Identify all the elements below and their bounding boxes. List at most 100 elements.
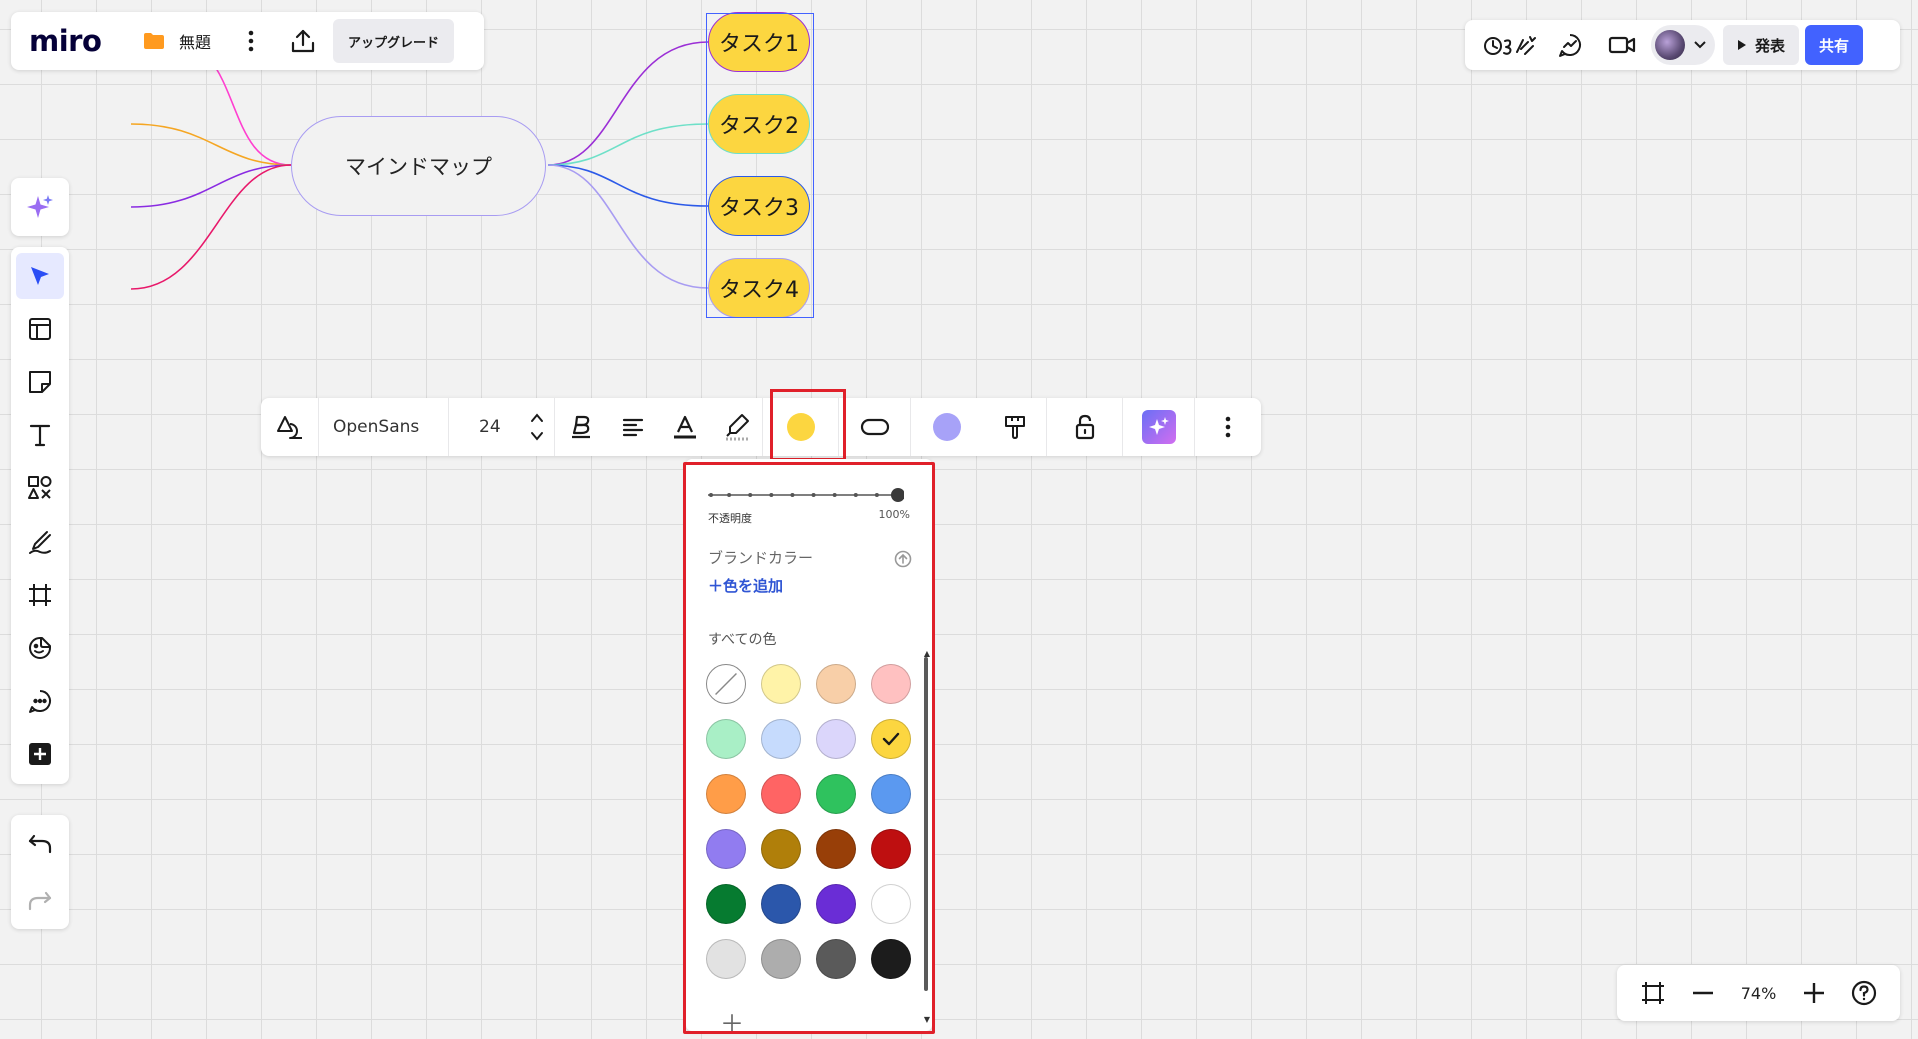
board-menu-button[interactable]: [239, 21, 263, 61]
color-swatch[interactable]: [761, 664, 801, 704]
folder-icon[interactable]: [143, 32, 165, 50]
slider-thumb[interactable]: [891, 488, 904, 502]
export-button[interactable]: [285, 21, 321, 61]
upload-circle-icon[interactable]: [894, 550, 912, 568]
video-button[interactable]: [1607, 34, 1637, 56]
color-swatch[interactable]: [761, 884, 801, 924]
color-swatch[interactable]: [761, 719, 801, 759]
no-color-swatch[interactable]: [706, 664, 746, 704]
font-family-select[interactable]: OpenSans: [319, 398, 449, 456]
present-button[interactable]: 発表: [1723, 25, 1800, 65]
lock-button[interactable]: [1047, 398, 1123, 456]
color-swatch[interactable]: [816, 719, 856, 759]
zoom-in-button[interactable]: [1803, 982, 1825, 1004]
shape-style-button[interactable]: [839, 398, 911, 456]
sticky-note-icon: [29, 371, 51, 394]
color-swatch[interactable]: [761, 774, 801, 814]
templates-tool[interactable]: [16, 306, 64, 352]
format-painter-button[interactable]: [983, 398, 1047, 456]
color-swatch[interactable]: [706, 774, 746, 814]
slider-tick: [832, 493, 837, 497]
text-tool[interactable]: [16, 412, 64, 458]
color-swatch-selected[interactable]: [871, 719, 911, 759]
select-tool[interactable]: [16, 253, 64, 300]
slider-tick: [853, 493, 858, 497]
text-color-button[interactable]: [659, 398, 711, 456]
shape-type-button[interactable]: [261, 398, 319, 456]
text-align-button[interactable]: [607, 398, 659, 456]
help-button[interactable]: [1851, 980, 1877, 1006]
minus-icon: [1693, 991, 1714, 995]
sticker-tool[interactable]: [16, 625, 64, 671]
all-colors-heading: すべての色: [708, 632, 777, 648]
text-icon: [29, 425, 51, 447]
fit-to-screen-button[interactable]: [1640, 980, 1666, 1006]
creation-toolbar: [11, 247, 69, 784]
avatar: [1655, 30, 1685, 60]
upgrade-button[interactable]: アップグレード: [333, 19, 455, 63]
undo-button[interactable]: [16, 820, 64, 868]
color-swatch[interactable]: [761, 829, 801, 869]
color-swatch[interactable]: [871, 774, 911, 814]
add-brand-color-link[interactable]: ＋色を追加: [708, 575, 783, 596]
color-swatch[interactable]: [706, 829, 746, 869]
color-swatch[interactable]: [816, 884, 856, 924]
color-swatch[interactable]: [816, 939, 856, 979]
color-swatch[interactable]: [871, 884, 911, 924]
board-title[interactable]: 無題: [179, 29, 211, 53]
mindmap-task-node[interactable]: タスク2: [708, 94, 810, 154]
color-swatch[interactable]: [816, 774, 856, 814]
chat-button[interactable]: [1555, 32, 1585, 58]
frame-tool[interactable]: [16, 572, 64, 618]
reactions-button[interactable]: [1483, 32, 1539, 58]
help-icon: [1851, 980, 1876, 1006]
chevron-down-icon: [1694, 41, 1706, 49]
ai-sparkle-icon: [1141, 410, 1176, 444]
more-options-button[interactable]: [1195, 398, 1261, 456]
collaboration-header: 発表 共有: [1465, 20, 1900, 70]
fill-color-button[interactable]: [763, 398, 839, 456]
ai-edit-button[interactable]: [1123, 398, 1195, 456]
sticky-note-tool[interactable]: [16, 359, 64, 405]
add-custom-color-icon[interactable]: ＋: [720, 1004, 744, 1039]
slider-tick: [748, 493, 753, 497]
zoom-controls: 74%: [1617, 965, 1900, 1021]
color-swatch[interactable]: [761, 939, 801, 979]
zoom-out-button[interactable]: [1692, 991, 1714, 995]
more-apps-tool[interactable]: [16, 731, 64, 777]
font-size-value[interactable]: 24: [479, 417, 501, 437]
stepper-arrows-icon[interactable]: [530, 411, 544, 443]
shapes-tool[interactable]: [16, 465, 64, 511]
color-swatch[interactable]: [816, 664, 856, 704]
mindmap-task-node[interactable]: タスク3: [708, 176, 810, 236]
ai-assist-button[interactable]: [11, 178, 69, 236]
mindmap-task-node[interactable]: タスク4: [708, 258, 810, 318]
picker-scrollbar[interactable]: [924, 657, 928, 991]
video-camera-icon: [1608, 36, 1636, 54]
mindmap-task-node[interactable]: タスク1: [708, 12, 810, 72]
scroll-down-arrow-icon[interactable]: ▼: [924, 1015, 930, 1024]
mindmap-root-node[interactable]: マインドマップ: [291, 116, 546, 216]
color-swatch[interactable]: [871, 939, 911, 979]
color-swatch[interactable]: [706, 884, 746, 924]
plus-square-icon: [29, 742, 51, 765]
color-swatch[interactable]: [706, 719, 746, 759]
share-button[interactable]: 共有: [1805, 25, 1864, 65]
highlight-button[interactable]: [711, 398, 763, 456]
color-swatch[interactable]: [816, 829, 856, 869]
align-left-icon: [622, 418, 644, 437]
zoom-level[interactable]: 74%: [1741, 984, 1777, 1003]
color-swatch[interactable]: [706, 939, 746, 979]
redo-button[interactable]: [16, 877, 64, 925]
color-swatch[interactable]: [871, 664, 911, 704]
miro-logo[interactable]: miro: [29, 24, 125, 58]
color-swatch[interactable]: [871, 829, 911, 869]
comment-tool[interactable]: [16, 678, 64, 724]
pen-tool[interactable]: [16, 518, 64, 564]
border-color-button[interactable]: [911, 398, 983, 456]
opacity-slider[interactable]: [708, 487, 904, 503]
user-menu[interactable]: [1651, 25, 1715, 65]
font-size-control[interactable]: 24: [449, 398, 555, 456]
bold-button[interactable]: [555, 398, 607, 456]
unlock-icon: [1075, 414, 1094, 440]
